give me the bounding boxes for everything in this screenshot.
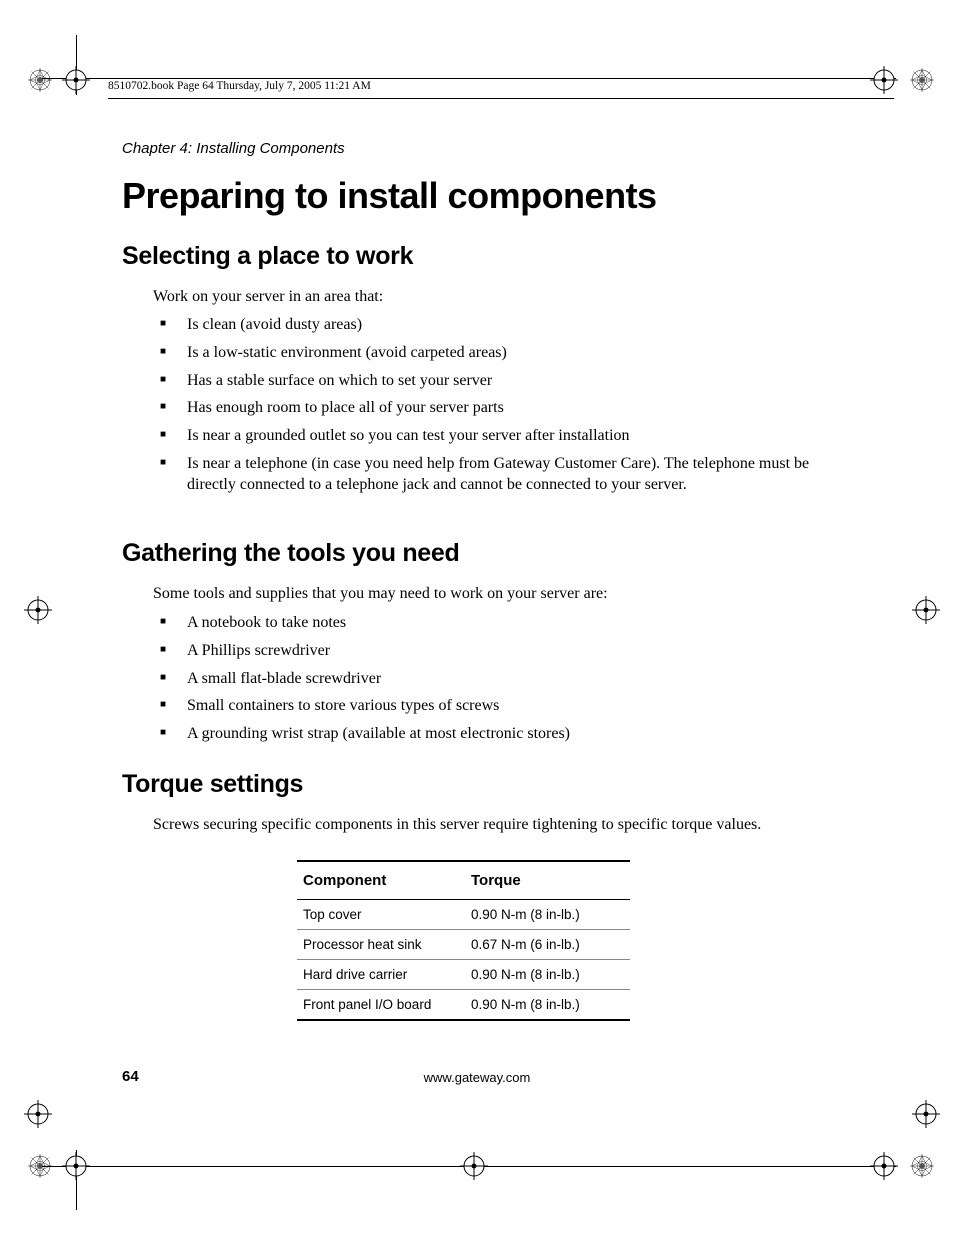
table-header-component: Component (297, 861, 465, 900)
cell-component: Processor heat sink (297, 930, 465, 960)
cell-component: Top cover (297, 900, 465, 930)
torque-table: Component Torque Top cover 0.90 N-m (8 i… (297, 860, 630, 1021)
section-heading-torque: Torque settings (122, 770, 303, 799)
list-item: Is a low-static environment (avoid carpe… (163, 343, 829, 364)
list-item: Has a stable surface on which to set you… (163, 371, 829, 392)
header-rule (108, 98, 894, 99)
list-item: A Phillips screwdriver (163, 641, 829, 662)
chapter-label: Chapter 4: Installing Components (122, 140, 345, 157)
section1-bullets: Is clean (avoid dusty areas) Is a low-st… (163, 315, 829, 503)
cell-torque: 0.67 N-m (6 in-lb.) (465, 930, 630, 960)
cell-torque: 0.90 N-m (8 in-lb.) (465, 960, 630, 990)
crosshair-icon (912, 1100, 940, 1128)
section2-bullets: A notebook to take notes A Phillips scre… (163, 613, 829, 752)
registration-mark-icon (910, 1154, 934, 1178)
section2-intro: Some tools and supplies that you may nee… (153, 583, 824, 605)
crosshair-icon (24, 1100, 52, 1128)
header-text: 8510702.book Page 64 Thursday, July 7, 2… (108, 80, 371, 92)
cell-component: Hard drive carrier (297, 960, 465, 990)
registration-mark-icon (910, 68, 934, 92)
cell-torque: 0.90 N-m (8 in-lb.) (465, 990, 630, 1021)
list-item: Is near a telephone (in case you need he… (163, 454, 829, 496)
table-header-torque: Torque (465, 861, 630, 900)
list-item: Small containers to store various types … (163, 696, 829, 717)
section-heading-selecting: Selecting a place to work (122, 242, 413, 271)
list-item: A small flat-blade screwdriver (163, 669, 829, 690)
footer-url: www.gateway.com (0, 1070, 954, 1085)
crop-line (42, 78, 896, 79)
list-item: A notebook to take notes (163, 613, 829, 634)
list-item: Is clean (avoid dusty areas) (163, 315, 829, 336)
list-item: Has enough room to place all of your ser… (163, 398, 829, 419)
table-row: Processor heat sink 0.67 N-m (6 in-lb.) (297, 930, 630, 960)
list-item: A grounding wrist strap (available at mo… (163, 724, 829, 745)
table-row: Front panel I/O board 0.90 N-m (8 in-lb.… (297, 990, 630, 1021)
section3-intro: Screws securing specific components in t… (153, 814, 824, 836)
crosshair-icon (24, 596, 52, 624)
crosshair-icon (62, 66, 90, 94)
section1-intro: Work on your server in an area that: (153, 286, 824, 308)
cell-component: Front panel I/O board (297, 990, 465, 1021)
page-title: Preparing to install components (122, 175, 657, 217)
crosshair-icon (912, 596, 940, 624)
section-heading-gathering: Gathering the tools you need (122, 539, 459, 568)
list-item: Is near a grounded outlet so you can tes… (163, 426, 829, 447)
registration-mark-icon (28, 68, 52, 92)
crosshair-icon (62, 1152, 90, 1180)
crosshair-icon (870, 66, 898, 94)
table-row: Hard drive carrier 0.90 N-m (8 in-lb.) (297, 960, 630, 990)
cell-torque: 0.90 N-m (8 in-lb.) (465, 900, 630, 930)
crosshair-icon (870, 1152, 898, 1180)
table-row: Top cover 0.90 N-m (8 in-lb.) (297, 900, 630, 930)
crosshair-icon (460, 1152, 488, 1180)
